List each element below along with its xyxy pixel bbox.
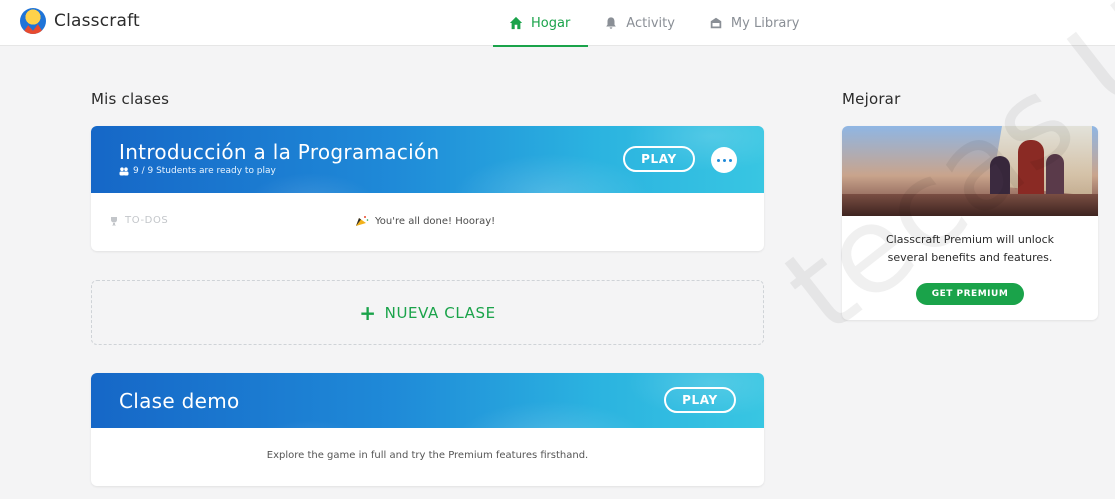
- class-card-banner[interactable]: Introducción a la Programación 9 / 9 Stu…: [91, 126, 764, 193]
- plus-icon: +: [359, 300, 377, 325]
- nav-tab-library[interactable]: My Library: [705, 0, 804, 46]
- students-ready-status: 9 / 9 Students are ready to play: [119, 166, 276, 176]
- classes-section-title: Mis clases: [91, 90, 170, 108]
- home-icon: [509, 16, 523, 30]
- get-premium-button[interactable]: GET PREMIUM: [916, 283, 1024, 305]
- class-card[interactable]: Introducción a la Programación 9 / 9 Stu…: [91, 126, 764, 251]
- library-icon: [710, 17, 722, 29]
- nav-tab-home-label: Hogar: [531, 15, 571, 31]
- more-options-button[interactable]: [711, 147, 737, 173]
- trophy-icon: [111, 216, 117, 225]
- premium-line-2: several benefits and features.: [887, 251, 1053, 264]
- app-name: Classcraft: [54, 11, 140, 31]
- students-icon: [119, 166, 129, 175]
- nav-tab-home[interactable]: Hogar: [492, 0, 589, 47]
- nav-tab-activity-label: Activity: [626, 15, 675, 31]
- demo-class-title[interactable]: Clase demo: [119, 389, 240, 413]
- class-title[interactable]: Introducción a la Programación: [119, 140, 440, 164]
- todos-label[interactable]: TO-DOS: [109, 215, 168, 226]
- demo-play-button[interactable]: PLAY: [664, 387, 736, 413]
- classcraft-logo-icon: [20, 8, 46, 34]
- demo-class-card[interactable]: Clase demo PLAY Explore the game in full…: [91, 373, 764, 486]
- more-icon-dot: [728, 158, 732, 162]
- main-nav: Hogar Activity My Library: [492, 0, 804, 47]
- top-navigation-bar: Classcraft Hogar Activity My Library: [0, 0, 1115, 47]
- more-icon-dot: [722, 158, 726, 162]
- premium-art-deck: [842, 194, 1098, 216]
- party-horn-icon: [356, 216, 369, 226]
- app-logo[interactable]: Classcraft: [20, 8, 140, 34]
- premium-banner-image: [842, 126, 1098, 216]
- todos-done-message: You're all done! Hooray!: [355, 215, 495, 227]
- demo-description: Explore the game in full and try the Pre…: [266, 450, 589, 461]
- nav-tab-activity[interactable]: Activity: [600, 0, 679, 46]
- play-button[interactable]: PLAY: [623, 146, 695, 172]
- more-icon: [716, 158, 720, 162]
- new-class-label: NUEVA CLASE: [384, 303, 496, 322]
- class-card-body: TO-DOS You're all done! Hooray!: [91, 193, 764, 251]
- done-message-text: You're all done! Hooray!: [375, 215, 496, 227]
- premium-description: Classcraft Premium will unlock several b…: [842, 231, 1098, 267]
- demo-card-body: Explore the game in full and try the Pre…: [91, 428, 764, 486]
- demo-card-banner[interactable]: Clase demo PLAY: [91, 373, 764, 428]
- upgrade-section-title: Mejorar: [842, 90, 901, 108]
- new-class-button[interactable]: + NUEVA CLASE: [91, 280, 764, 345]
- premium-card: Classcraft Premium will unlock several b…: [842, 126, 1098, 320]
- premium-line-1: Classcraft Premium will unlock: [886, 233, 1054, 246]
- todos-text: TO-DOS: [125, 215, 169, 226]
- nav-tab-library-label: My Library: [730, 15, 800, 31]
- students-ready-text: 9 / 9 Students are ready to play: [133, 166, 276, 176]
- bell-icon: [606, 17, 617, 29]
